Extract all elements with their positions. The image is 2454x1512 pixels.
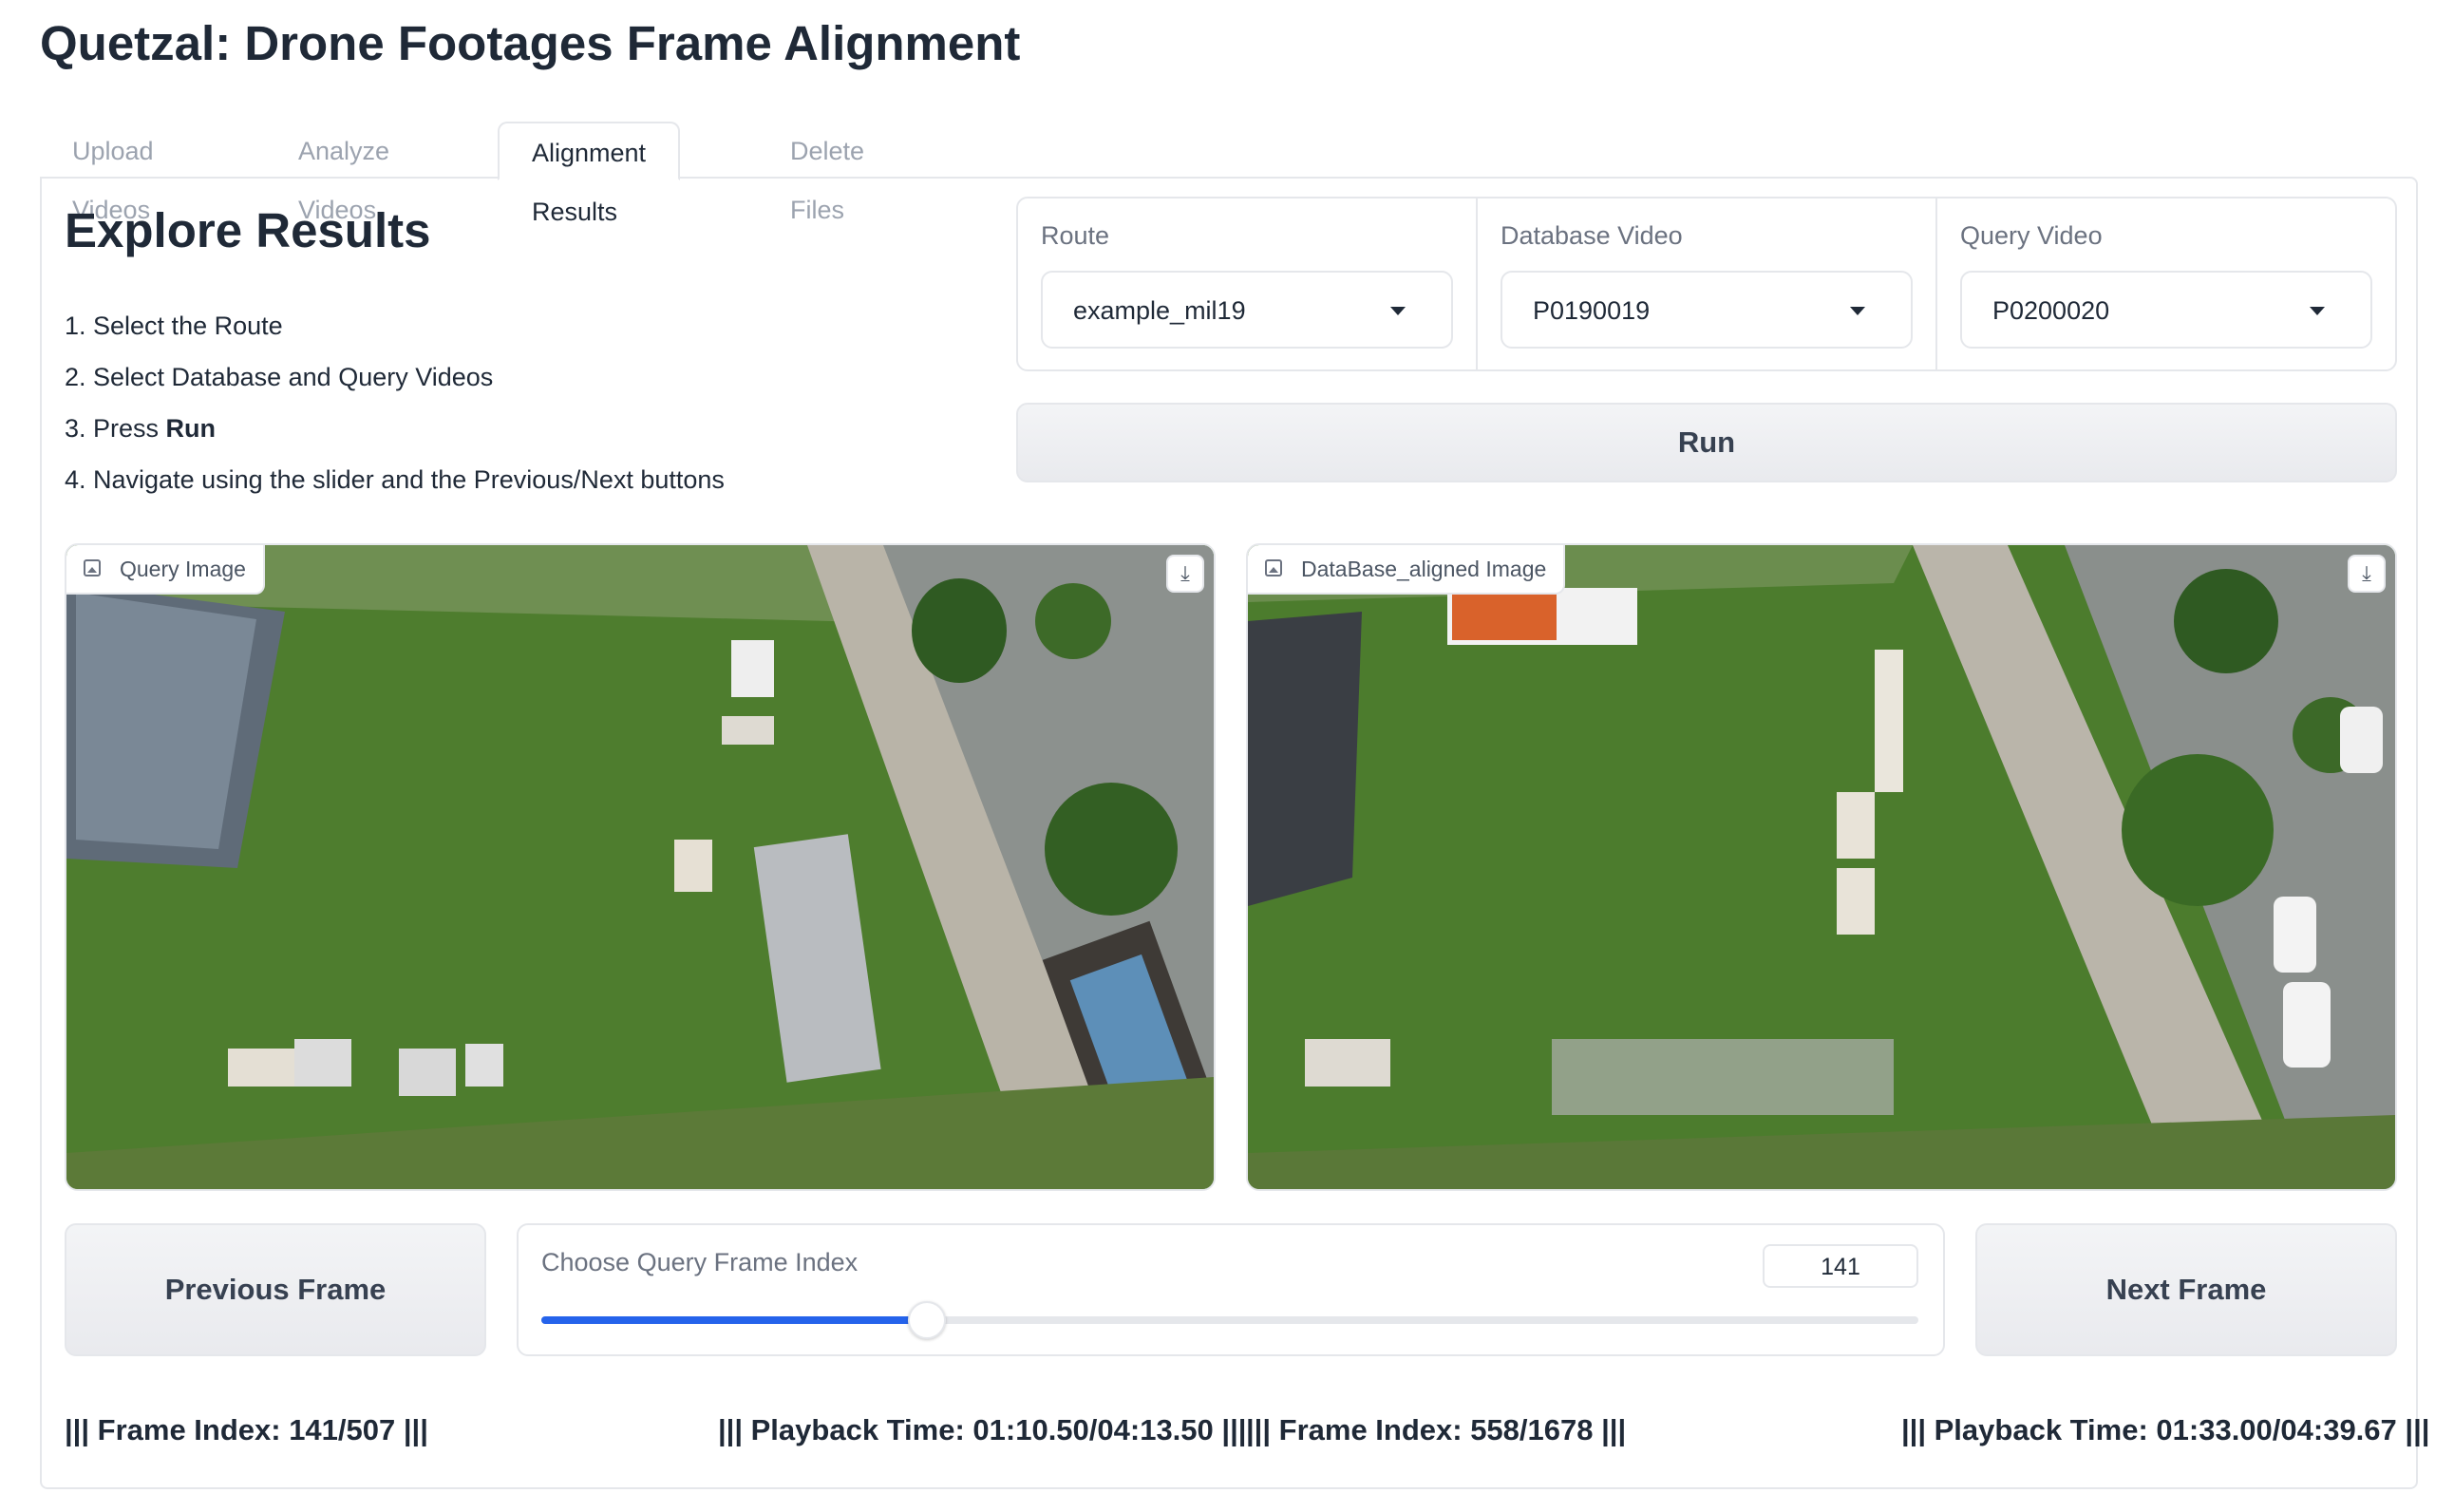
- app-title: Quetzal: Drone Footages Frame Alignment: [40, 16, 1021, 70]
- query-image-label-text: Query Image: [120, 557, 246, 581]
- database-dropdown-block: Database Video P0190019: [1478, 198, 1937, 369]
- database-frame-index-text: ||| Frame Index: 558/1678 |||: [1246, 1413, 1627, 1446]
- previous-frame-button[interactable]: Previous Frame: [65, 1223, 486, 1356]
- tab-alignment-results[interactable]: Alignment Results: [498, 122, 681, 226]
- step-4: 4. Navigate using the slider and the Pre…: [65, 465, 725, 494]
- next-frame-button[interactable]: Next Frame: [1975, 1223, 2397, 1356]
- chevron-down-icon: [2310, 307, 2325, 315]
- database-video-value: P0190019: [1533, 296, 1651, 325]
- slider-track[interactable]: [541, 1301, 1918, 1339]
- step-3-run-word: Run: [165, 414, 217, 443]
- query-image-label: Query Image: [66, 545, 265, 595]
- route-label: Route: [1041, 221, 1110, 250]
- step-2: 2. Select Database and Query Videos: [65, 363, 494, 391]
- download-icon[interactable]: ⤓: [2348, 555, 2386, 593]
- database-aligned-image: [1248, 545, 2395, 1189]
- instructions-list: 1. Select the Route 2. Select Database a…: [65, 300, 725, 505]
- run-button[interactable]: Run: [1016, 403, 2397, 482]
- query-image: [66, 545, 1214, 1189]
- step-3-text: 3. Press: [65, 414, 166, 443]
- chevron-down-icon: [1850, 307, 1865, 315]
- step-3: 3. Press Run: [65, 403, 725, 454]
- explore-results-heading: Explore Results: [65, 203, 431, 257]
- query-playback-time-text: ||| Playback Time: 01:10.50/04:13.50 |||: [718, 1413, 1247, 1446]
- tab-delete-files[interactable]: Delete Files: [758, 122, 897, 224]
- slider-fill: [541, 1316, 927, 1324]
- route-dropdown[interactable]: example_mil19: [1041, 271, 1453, 349]
- database-image-panel: DataBase_aligned Image ⤓: [1246, 543, 2397, 1191]
- database-video-label: Database Video: [1501, 221, 1683, 250]
- step-1: 1. Select the Route: [65, 312, 283, 340]
- tab-analyze-videos[interactable]: Analyze Videos: [266, 122, 422, 224]
- tab-upload-videos[interactable]: Upload Videos: [40, 122, 186, 224]
- query-frame-index-text: ||| Frame Index: 141/507 |||: [65, 1413, 428, 1446]
- query-image-panel: Query Image ⤓: [65, 543, 1216, 1191]
- frame-index-slider-block: Choose Query Frame Index 141: [517, 1223, 1945, 1356]
- query-video-dropdown[interactable]: P0200020: [1960, 271, 2372, 349]
- query-video-label: Query Video: [1960, 221, 2103, 250]
- route-dropdown-block: Route example_mil19: [1018, 198, 1478, 369]
- image-icon: [84, 559, 101, 576]
- query-dropdown-block: Query Video P0200020: [1937, 198, 2395, 369]
- database-video-dropdown[interactable]: P0190019: [1501, 271, 1913, 349]
- query-video-value: P0200020: [1992, 296, 2110, 325]
- database-image-label: DataBase_aligned Image: [1248, 545, 1566, 595]
- frame-index-input[interactable]: 141: [1763, 1244, 1918, 1288]
- database-image-label-text: DataBase_aligned Image: [1301, 557, 1547, 581]
- video-selection-group: Route example_mil19 Database Video P0190…: [1016, 197, 2397, 371]
- slider-thumb[interactable]: [908, 1301, 946, 1339]
- image-icon: [1265, 559, 1282, 576]
- download-icon[interactable]: ⤓: [1166, 555, 1204, 593]
- slider-label: Choose Query Frame Index: [541, 1248, 859, 1276]
- route-value: example_mil19: [1073, 296, 1246, 325]
- database-playback-time-text: ||| Playback Time: 01:33.00/04:39.67 |||: [1901, 1413, 2430, 1446]
- chevron-down-icon: [1390, 307, 1406, 315]
